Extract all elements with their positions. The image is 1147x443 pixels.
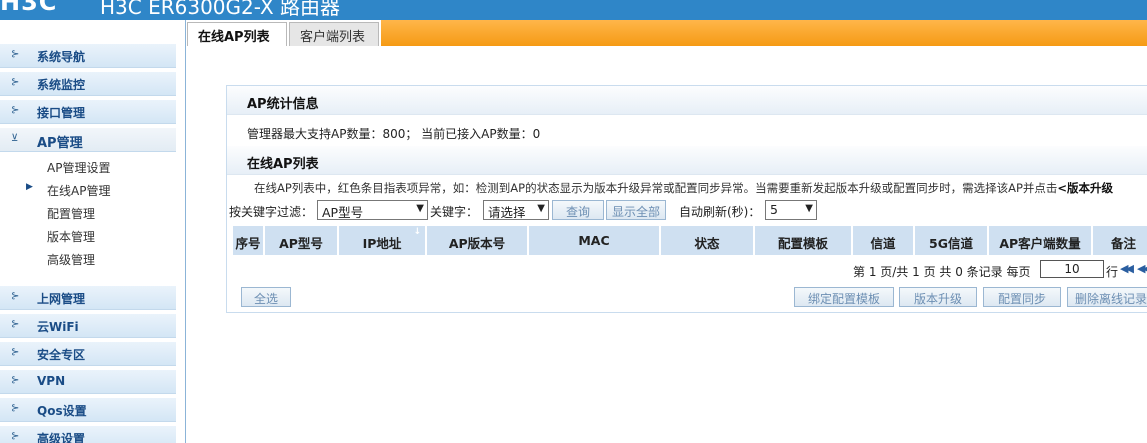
sidebar-subitem-label: AP管理设置 <box>47 161 111 175</box>
column-header-status[interactable]: 状态 <box>661 226 755 255</box>
sidebar-item-interface[interactable]: ⊱ 接口管理 <box>0 100 176 124</box>
chevron-down-icon: ▼ <box>537 203 545 214</box>
sidebar-item-label: 云WiFi <box>37 320 79 334</box>
sidebar-item-label: 系统监控 <box>37 78 86 92</box>
tab-bar: 在线AP列表 客户端列表 <box>187 20 1147 46</box>
top-header: H3C H3C ER6300G2-X 路由器 <box>0 0 1147 20</box>
sidebar-item-label: VPN <box>37 374 66 388</box>
chevron-right-icon: ⊱ <box>11 319 20 330</box>
app-title: H3C ER6300G2-X 路由器 <box>100 0 341 19</box>
chevron-right-icon: ⊱ <box>11 375 20 386</box>
sidebar-subitem-version[interactable]: 版本管理 <box>0 225 176 245</box>
sidebar-subitem-ap-settings[interactable]: AP管理设置 <box>0 156 176 176</box>
sidebar-subitem-label: 在线AP管理 <box>47 184 111 198</box>
upgrade-button[interactable]: 版本升级 <box>899 287 977 307</box>
column-header-mac[interactable]: MAC <box>529 226 661 255</box>
sidebar-subitem-online-ap[interactable]: ▶ 在线AP管理 <box>0 179 176 199</box>
sidebar-subitem-label: 高级管理 <box>47 253 96 267</box>
prev-page-icon[interactable]: ◀◀ <box>1137 262 1147 275</box>
sidebar-subitem-label: 版本管理 <box>47 230 96 244</box>
current-arrow-icon: ▶ <box>26 182 33 192</box>
keyword-select[interactable]: 请选择 ▼ <box>483 200 549 220</box>
brand-logo: H3C <box>0 0 58 16</box>
column-header-ap-model[interactable]: AP型号 <box>265 226 339 255</box>
column-header-client-count[interactable]: AP客户端数量 <box>989 226 1093 255</box>
section-title: 在线AP列表 <box>247 157 319 172</box>
online-ap-notice: 在线AP列表中，红色条目指表项异常，如：检测到AP的状态显示为版本升级异常或配置… <box>254 180 1113 196</box>
sync-config-button[interactable]: 配置同步 <box>983 287 1061 307</box>
pagination-suffix: 行 <box>1106 265 1119 279</box>
sidebar-subitem-label: 配置管理 <box>47 207 96 221</box>
ap-count-info: 管理器最大支持AP数量：800； 当前已接入AP数量：0 <box>247 127 541 141</box>
sidebar-item-label: 上网管理 <box>37 292 86 306</box>
bind-template-button[interactable]: 绑定配置模板 <box>794 287 894 307</box>
column-header-ip[interactable]: IP地址 ↓ <box>339 226 427 255</box>
sidebar-item-security[interactable]: ⊱ 安全专区 <box>0 342 176 366</box>
section-title: AP统计信息 <box>247 97 319 112</box>
sidebar-item-label: 接口管理 <box>37 106 86 120</box>
column-header-index[interactable]: 序号 <box>233 226 265 255</box>
show-all-button[interactable]: 显示全部 <box>606 200 666 220</box>
column-header-5g-channel[interactable]: 5G信道 <box>915 226 989 255</box>
notice-upgrade-link[interactable]: <版本升级 <box>1057 181 1113 195</box>
section-header-ap-stats: AP统计信息 <box>227 86 1147 115</box>
chevron-down-icon: ⊻ <box>11 133 18 144</box>
sidebar-item-vpn[interactable]: ⊱ VPN <box>0 370 176 394</box>
chevron-right-icon: ⊱ <box>11 431 20 442</box>
sidebar-item-label: Qos设置 <box>37 404 87 418</box>
filter-row: 按关键字过滤： AP型号 ▼ 关键字： 请选择 ▼ 查询 显示全部 自动刷新(秒)：… <box>229 200 1147 220</box>
chevron-right-icon: ⊱ <box>11 77 20 88</box>
tab-online-ap-list[interactable]: 在线AP列表 <box>187 22 287 46</box>
tab-client-list[interactable]: 客户端列表 <box>289 22 379 46</box>
chevron-down-icon: ▼ <box>805 203 813 214</box>
sidebar-item-advanced[interactable]: ⊱ 高级设置 <box>0 426 176 443</box>
chevron-right-icon: ⊱ <box>11 403 20 414</box>
sidebar: ⊱ 系统导航 ⊱ 系统监控 ⊱ 接口管理 ⊻ AP管理 AP管理设置 ▶ 在线A… <box>0 20 186 443</box>
sidebar-item-label: AP管理 <box>37 136 83 151</box>
column-header-ap-version[interactable]: AP版本号 <box>427 226 529 255</box>
sidebar-item-cloud-wifi[interactable]: ⊱ 云WiFi <box>0 314 176 338</box>
column-header-label: IP地址 <box>362 236 402 251</box>
tab-strip-background <box>381 20 1147 46</box>
main-panel: AP统计信息 管理器最大支持AP数量：800； 当前已接入AP数量：0 在线AP… <box>226 85 1147 313</box>
keyword-value: 请选择 <box>488 205 526 220</box>
sidebar-item-system-monitor[interactable]: ⊱ 系统监控 <box>0 72 176 96</box>
auto-refresh-value: 5 <box>770 202 778 217</box>
column-header-remark[interactable]: 备注 <box>1093 226 1147 255</box>
per-page-input[interactable]: 10 <box>1040 260 1104 278</box>
query-button[interactable]: 查询 <box>552 200 604 220</box>
filter-key-value: AP型号 <box>322 205 364 220</box>
keyword-label: 关键字： <box>430 205 479 219</box>
sidebar-item-label: 系统导航 <box>37 50 86 64</box>
sidebar-item-ap-management[interactable]: ⊻ AP管理 <box>0 128 176 152</box>
chevron-right-icon: ⊱ <box>11 49 20 60</box>
chevron-right-icon: ⊱ <box>11 347 20 358</box>
chevron-right-icon: ⊱ <box>11 291 20 302</box>
sort-down-icon: ↓ <box>413 227 421 237</box>
auto-refresh-select[interactable]: 5 ▼ <box>765 200 817 220</box>
chevron-down-icon: ▼ <box>416 203 424 214</box>
select-all-button[interactable]: 全选 <box>241 287 291 307</box>
sidebar-item-system-nav[interactable]: ⊱ 系统导航 <box>0 44 176 68</box>
sidebar-subitem-advanced[interactable]: 高级管理 <box>0 248 176 268</box>
section-header-online-ap: 在线AP列表 <box>227 146 1147 175</box>
filter-key-select[interactable]: AP型号 ▼ <box>317 200 428 220</box>
notice-text: 在线AP列表中，红色条目指表项异常，如：检测到AP的状态显示为版本升级异常或配置… <box>254 181 1058 195</box>
sidebar-item-label: 高级设置 <box>37 432 86 443</box>
ap-table-header: 序号 AP型号 IP地址 ↓ AP版本号 MAC 状态 配置模板 信道 5G信道 … <box>233 226 1147 255</box>
pagination-info: 第 1 页/共 1 页 共 0 条记录 每页 <box>853 265 1031 279</box>
auto-refresh-label: 自动刷新(秒)： <box>679 205 761 219</box>
column-header-config-template[interactable]: 配置模板 <box>755 226 853 255</box>
first-page-icon[interactable]: ◀◀ <box>1120 262 1134 275</box>
sidebar-item-qos[interactable]: ⊱ Qos设置 <box>0 398 176 422</box>
chevron-right-icon: ⊱ <box>11 105 20 116</box>
filter-key-label: 按关键字过滤： <box>229 205 314 219</box>
sidebar-item-internet[interactable]: ⊱ 上网管理 <box>0 286 176 310</box>
delete-offline-button[interactable]: 删除离线记录 <box>1067 287 1147 307</box>
column-header-channel[interactable]: 信道 <box>853 226 915 255</box>
sidebar-item-label: 安全专区 <box>37 348 86 362</box>
sidebar-subitem-config[interactable]: 配置管理 <box>0 202 176 222</box>
